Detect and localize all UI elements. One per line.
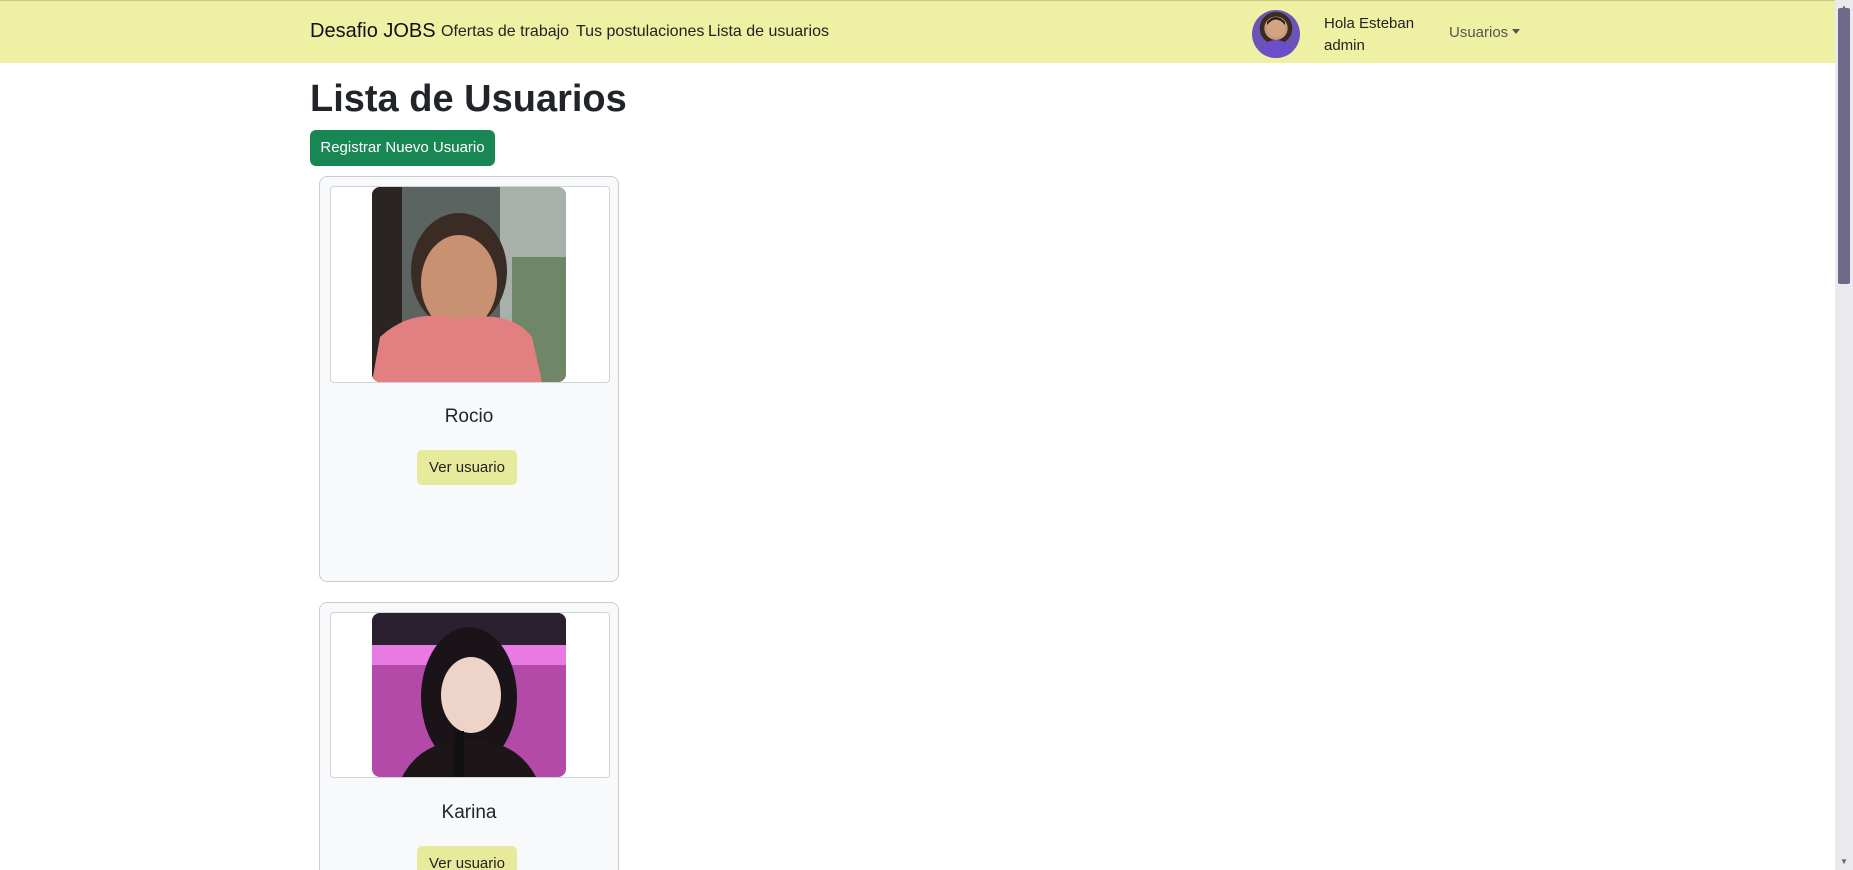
user-photo	[372, 613, 566, 777]
user-card: Karina Ver usuario	[319, 602, 619, 870]
user-greeting: Hola Esteban admin	[1324, 13, 1414, 57]
user-role: admin	[1324, 37, 1365, 54]
caret-down-icon	[1512, 29, 1521, 34]
navbar: Desafio JOBS Ofertas de trabajo Tus post…	[0, 0, 1835, 63]
greeting-text: Hola Esteban	[1324, 15, 1415, 32]
view-user-button[interactable]: Ver usuario	[417, 846, 517, 870]
users-dropdown[interactable]: Usuarios	[1449, 24, 1521, 41]
avatar-portrait-icon	[1258, 17, 1294, 58]
scrollbar-thumb[interactable]	[1838, 8, 1850, 284]
nav-link-applications[interactable]: Tus postulaciones	[576, 23, 704, 41]
user-name: Karina	[441, 802, 497, 823]
user-photo-frame	[330, 186, 610, 383]
user-avatar[interactable]	[1252, 10, 1300, 58]
view-user-button[interactable]: Ver usuario	[417, 450, 517, 485]
brand-link[interactable]: Desafio JOBS	[310, 20, 436, 43]
vertical-scrollbar[interactable]: ▲ ▼	[1835, 0, 1853, 870]
user-photo-frame	[330, 612, 610, 778]
nav-link-job-offers[interactable]: Ofertas de trabajo	[441, 23, 569, 41]
nav-link-user-list[interactable]: Lista de usuarios	[708, 23, 829, 41]
users-dropdown-label: Usuarios	[1449, 24, 1509, 41]
user-card: Rocio Ver usuario	[319, 176, 619, 582]
user-name: Rocio	[444, 406, 494, 427]
scroll-down-arrow-icon[interactable]: ▼	[1840, 857, 1848, 866]
register-user-button[interactable]: Registrar Nuevo Usuario	[310, 130, 495, 166]
page-title: Lista de Usuarios	[310, 78, 627, 120]
user-photo	[372, 187, 566, 382]
